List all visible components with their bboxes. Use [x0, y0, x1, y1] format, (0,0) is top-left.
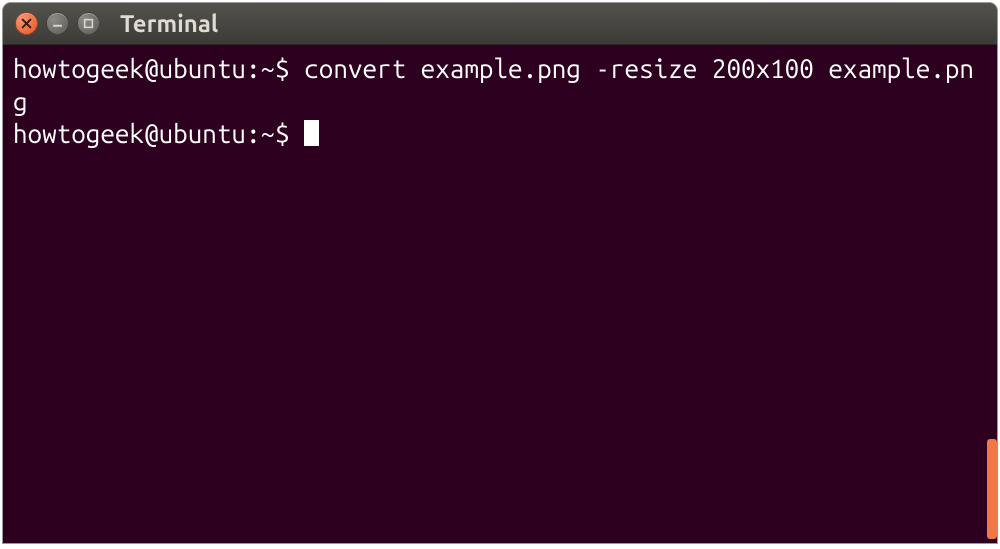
close-icon: [21, 18, 32, 29]
terminal-window: Terminal howtogeek@ubuntu:~$ convert exa…: [3, 3, 997, 543]
close-button[interactable]: [15, 12, 38, 35]
maximize-icon: [83, 18, 94, 29]
prompt-line-2: howtogeek@ubuntu:~$: [13, 119, 304, 148]
window-buttons: [15, 12, 100, 35]
cursor: [304, 120, 319, 146]
prompt-line-1: howtogeek@ubuntu:~$: [13, 54, 304, 83]
titlebar: Terminal: [3, 3, 997, 45]
window-title: Terminal: [120, 10, 218, 37]
minimize-icon: [52, 18, 63, 29]
scrollbar-handle[interactable]: [987, 439, 997, 539]
terminal-body[interactable]: howtogeek@ubuntu:~$ convert example.png …: [3, 45, 997, 543]
maximize-button[interactable]: [77, 12, 100, 35]
minimize-button[interactable]: [46, 12, 69, 35]
